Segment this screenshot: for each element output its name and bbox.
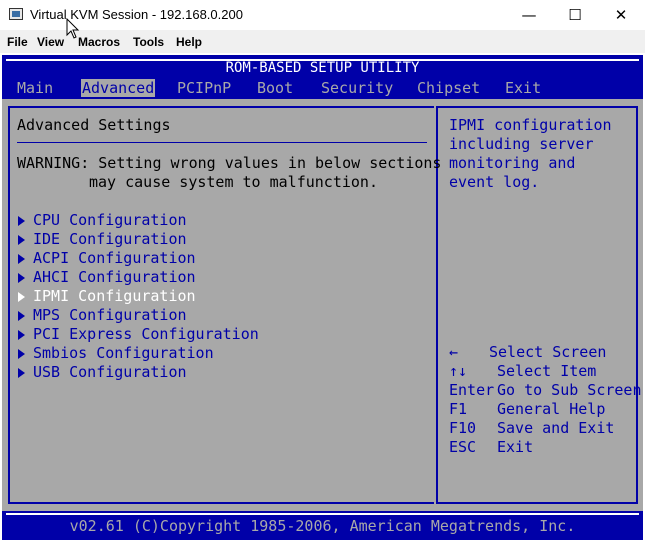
bios-footer: v02.61 (C)Copyright 1985-2006, American …	[2, 511, 643, 540]
key-legend-desc: Select Item	[497, 362, 597, 380]
menu-item-acpi[interactable]: ACPI Configuration	[33, 249, 196, 268]
tab-security[interactable]: Security	[321, 79, 393, 97]
copyright-text: v02.61 (C)Copyright 1985-2006, American …	[69, 517, 576, 535]
bios-footer-rule	[6, 513, 639, 515]
key-legend-desc: General Help	[497, 400, 606, 418]
key-legend-desc: Save and Exit	[497, 419, 615, 437]
key-legend-key: Enter	[449, 381, 495, 399]
menu-bar: File View Macros Tools Help	[0, 30, 645, 53]
tab-exit[interactable]: Exit	[505, 79, 541, 97]
menu-item-ipmi-selected[interactable]: IPMI Configuration	[33, 287, 196, 306]
submenu-arrow-icon	[18, 273, 25, 283]
help-text-line: IPMI configuration	[449, 116, 612, 134]
bios-header: ROM-BASED SETUP UTILITY Main Advanced PC…	[2, 55, 643, 99]
submenu-arrow-icon	[18, 254, 25, 264]
help-text-line: including server	[449, 135, 594, 153]
menu-view[interactable]: View	[37, 35, 64, 49]
window-title: Virtual KVM Session - 192.168.0.200	[30, 7, 243, 22]
minimize-button[interactable]: —	[506, 0, 552, 30]
key-legend-desc: Select Screen	[489, 343, 607, 361]
key-legend-key: ←	[449, 343, 459, 361]
menu-item-mps[interactable]: MPS Configuration	[33, 306, 187, 325]
bios-screen[interactable]: ROM-BASED SETUP UTILITY Main Advanced PC…	[2, 55, 643, 540]
submenu-arrow-icon	[18, 216, 25, 226]
tab-advanced[interactable]: Advanced	[81, 79, 156, 97]
kvm-app-icon	[9, 8, 23, 20]
menu-item-smbios[interactable]: Smbios Configuration	[33, 344, 214, 363]
warning-line-1: WARNING: Setting wrong values in below s…	[17, 154, 442, 172]
menu-item-pci-express[interactable]: PCI Express Configuration	[33, 325, 259, 344]
bios-title: ROM-BASED SETUP UTILITY	[225, 60, 420, 76]
menu-file[interactable]: File	[7, 35, 28, 49]
help-text-line: event log.	[449, 173, 540, 191]
menu-item-ahci[interactable]: AHCI Configuration	[33, 268, 196, 287]
mouse-cursor-icon	[66, 18, 80, 39]
submenu-arrow-icon	[18, 311, 25, 321]
key-legend-key: ↑↓	[449, 362, 468, 380]
warning-line-2: may cause system to malfunction.	[89, 173, 378, 191]
key-legend-desc: Exit	[497, 438, 534, 456]
menu-help[interactable]: Help	[176, 35, 202, 49]
submenu-arrow-icon	[18, 235, 25, 245]
submenu-arrow-icon	[18, 330, 25, 340]
close-button[interactable]: ✕	[598, 0, 644, 30]
submenu-arrow-icon	[18, 349, 25, 359]
menu-macros[interactable]: Macros	[78, 35, 120, 49]
menu-item-usb[interactable]: USB Configuration	[33, 363, 187, 382]
help-text-line: monitoring and	[449, 154, 576, 172]
menu-tools[interactable]: Tools	[133, 35, 164, 49]
tab-chipset[interactable]: Chipset	[417, 79, 480, 97]
menu-item-ide[interactable]: IDE Configuration	[33, 230, 187, 249]
key-legend-key: ESC	[449, 438, 477, 456]
tab-boot[interactable]: Boot	[257, 79, 293, 97]
tab-pcipnp[interactable]: PCIPnP	[177, 79, 231, 97]
key-legend-key: F1	[449, 400, 468, 418]
submenu-arrow-icon	[18, 292, 25, 302]
key-legend-desc: Go to Sub Screen	[497, 381, 642, 399]
window-titlebar: Virtual KVM Session - 192.168.0.200 — ☐ …	[0, 0, 645, 30]
submenu-arrow-icon	[18, 368, 25, 378]
key-legend-key: F10	[449, 419, 477, 437]
section-title: Advanced Settings	[17, 116, 171, 134]
section-divider	[17, 142, 427, 143]
menu-item-cpu[interactable]: CPU Configuration	[33, 211, 187, 230]
maximize-button[interactable]: ☐	[552, 0, 598, 30]
tab-main[interactable]: Main	[17, 79, 53, 97]
